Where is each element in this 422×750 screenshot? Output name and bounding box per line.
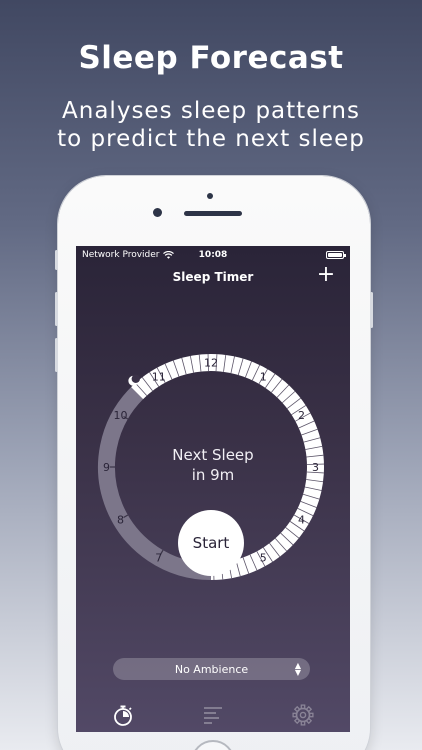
stopwatch-icon[interactable] bbox=[110, 702, 136, 728]
phone-volume-up bbox=[55, 292, 58, 326]
phone-sensor bbox=[207, 193, 213, 199]
ambience-select[interactable]: No Ambience ▲ ▼ bbox=[113, 658, 310, 680]
phone-mute-switch bbox=[55, 250, 58, 270]
start-button[interactable]: Start bbox=[178, 510, 244, 576]
dial-hour-label: 12 bbox=[204, 357, 218, 370]
app-screen: Network Provider 10:08 Sleep Timer + 12 1… bbox=[76, 246, 350, 732]
forecast-line-2: in 9m bbox=[191, 466, 235, 484]
phone-power-button bbox=[370, 292, 373, 328]
dial-hour-label: 8 bbox=[117, 513, 124, 526]
phone-camera bbox=[153, 208, 162, 217]
phone-volume-down bbox=[55, 338, 58, 372]
promo-headline: Sleep Forecast bbox=[78, 40, 344, 76]
dial-hour-label: 4 bbox=[298, 513, 305, 526]
forecast-line-1: Next Sleep bbox=[172, 446, 254, 464]
gear-icon[interactable] bbox=[290, 702, 316, 728]
dial-hour-label: 1 bbox=[260, 371, 267, 384]
phone-speaker bbox=[184, 211, 242, 216]
dial-hour-label: 10 bbox=[114, 409, 128, 422]
tab-bar bbox=[76, 698, 350, 732]
dial-hour-label: 5 bbox=[260, 551, 267, 564]
ambience-selected-label: No Ambience bbox=[174, 662, 249, 676]
promo-subline-1: Analyses sleep patterns bbox=[62, 98, 360, 124]
stats-icon[interactable] bbox=[200, 702, 226, 728]
chevron-up-down-icon: ▲ ▼ bbox=[294, 661, 301, 677]
dial-hour-label: 7 bbox=[155, 551, 162, 564]
phone-home-button bbox=[191, 740, 235, 750]
promo-subline-2: to predict the next sleep bbox=[57, 126, 365, 152]
dial-hour-label: 2 bbox=[298, 409, 305, 422]
dial-hour-label: 11 bbox=[152, 371, 166, 384]
